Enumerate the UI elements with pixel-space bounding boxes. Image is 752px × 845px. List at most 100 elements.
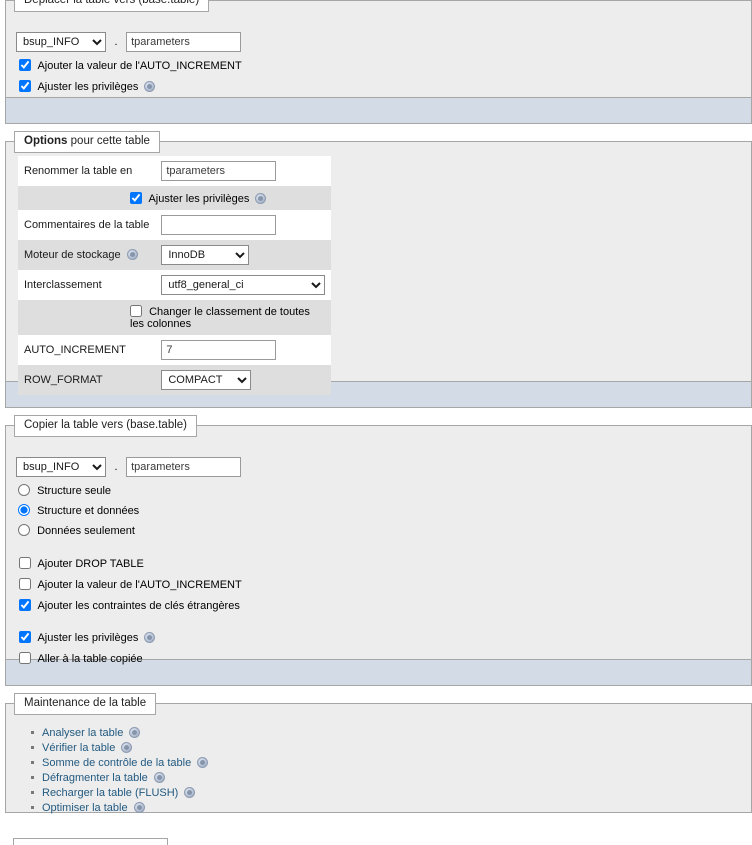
rename-value-cell: [155, 156, 332, 186]
copy-table-fieldset: Copier la table vers (base.table) bsup_I…: [5, 415, 752, 665]
list-item: Recharger la table (FLUSH): [31, 786, 741, 800]
storage-engine-label: Moteur de stockage: [24, 249, 121, 261]
next-section-legend-partial: [13, 838, 168, 845]
auto-increment-input[interactable]: [161, 340, 277, 360]
copy-data-only-radio[interactable]: [18, 524, 30, 536]
copy-structure-and-data-label: Structure et données: [37, 505, 140, 517]
help-icon[interactable]: [133, 802, 145, 813]
maintenance-link-list: Analyser la table Vérifier la table Somm…: [16, 726, 741, 815]
copy-foreign-keys-label: Ajouter les contraintes de clés étrangèr…: [37, 600, 240, 612]
copy-structure-only-radio[interactable]: [18, 484, 30, 496]
copy-mode-structure-only[interactable]: Structure seule: [18, 484, 741, 499]
move-table-target-row: bsup_INFO .: [16, 32, 741, 52]
copy-mode-data-only[interactable]: Données seulement: [18, 524, 741, 539]
copy-auto-increment-checkbox[interactable]: [19, 578, 31, 590]
optimize-table-link[interactable]: Optimiser la table: [42, 802, 128, 814]
adjust-privileges-cell[interactable]: Ajuster les privilèges: [18, 186, 332, 210]
copy-option-auto-increment[interactable]: Ajouter la valeur de l'AUTO_INCREMENT: [19, 578, 741, 592]
collation-select[interactable]: utf8_general_ci: [161, 275, 326, 295]
help-icon[interactable]: [144, 632, 156, 643]
copy-option-drop-table[interactable]: Ajouter DROP TABLE: [19, 557, 741, 571]
copy-mode-structure-and-data[interactable]: Structure et données: [18, 504, 741, 519]
help-icon[interactable]: [126, 249, 138, 260]
comments-value-cell: [155, 210, 332, 240]
move-option-adjust-privileges[interactable]: Ajuster les privilèges: [19, 80, 741, 94]
help-icon[interactable]: [184, 787, 196, 798]
table-row: Interclassement utf8_general_ci: [18, 270, 332, 300]
move-table-footer-bar: [5, 98, 752, 124]
copy-auto-increment-label: Ajouter la valeur de l'AUTO_INCREMENT: [37, 579, 242, 591]
list-item: Analyser la table: [31, 726, 741, 740]
move-adjust-privileges-label: Ajuster les privilèges: [37, 81, 139, 93]
check-table-link[interactable]: Vérifier la table: [42, 742, 115, 754]
storage-engine-select[interactable]: InnoDB: [161, 245, 250, 265]
storage-engine-value-cell: InnoDB: [155, 240, 332, 270]
copy-data-only-label: Données seulement: [37, 525, 135, 537]
move-table-fieldset: Déplacer la table vers (base.table) bsup…: [5, 0, 752, 98]
table-operations-page: Déplacer la table vers (base.table) bsup…: [0, 0, 752, 845]
copy-drop-table-checkbox[interactable]: [19, 557, 31, 569]
help-icon[interactable]: [121, 742, 133, 753]
rename-table-input[interactable]: [161, 161, 277, 181]
copy-adjust-privileges-label: Ajuster les privilèges: [37, 632, 139, 644]
table-row: Commentaires de la table: [18, 210, 332, 240]
auto-increment-value-cell: [155, 335, 332, 365]
move-auto-increment-checkbox[interactable]: [19, 59, 31, 71]
change-all-collations-label: Changer le classement de toutes les colo…: [130, 306, 310, 330]
help-icon[interactable]: [153, 772, 165, 783]
copy-switch-to-copy-checkbox[interactable]: [19, 652, 31, 664]
copy-option-adjust-privileges[interactable]: Ajuster les privilèges: [19, 631, 741, 645]
checksum-table-link[interactable]: Somme de contrôle de la table: [42, 757, 191, 769]
move-adjust-privileges-checkbox[interactable]: [19, 80, 31, 92]
list-item: Défragmenter la table: [31, 771, 741, 785]
comments-label: Commentaires de la table: [18, 210, 156, 240]
move-separator: .: [114, 36, 118, 48]
options-table: Renommer la table en Ajuster les privilè…: [18, 156, 332, 395]
change-all-collations-cell[interactable]: Changer le classement de toutes les colo…: [18, 300, 332, 335]
copy-table-target-row: bsup_INFO .: [16, 457, 741, 477]
copy-option-foreign-keys[interactable]: Ajouter les contraintes de clés étrangèr…: [19, 599, 741, 613]
move-table-legend-text: Déplacer la table vers (base.table): [24, 0, 200, 6]
row-format-value-cell: COMPACT: [155, 365, 332, 395]
maintenance-legend-text: Maintenance de la table: [24, 697, 147, 709]
options-adjust-privileges-checkbox[interactable]: [130, 191, 142, 204]
options-legend-rest: pour cette table: [67, 135, 150, 147]
change-all-collations-checkbox[interactable]: [130, 305, 142, 317]
help-icon[interactable]: [129, 727, 141, 738]
table-row: Ajuster les privilèges: [18, 186, 332, 210]
copy-switch-to-copy-label: Aller à la table copiée: [37, 653, 143, 665]
list-item: Vérifier la table: [31, 741, 741, 755]
help-icon[interactable]: [197, 757, 209, 768]
options-adjust-privileges-label: Ajuster les privilèges: [148, 192, 250, 205]
help-icon[interactable]: [144, 81, 156, 92]
row-format-select[interactable]: COMPACT: [161, 370, 252, 390]
flush-table-link[interactable]: Recharger la table (FLUSH): [42, 787, 178, 799]
copy-foreign-keys-checkbox[interactable]: [19, 599, 31, 611]
copy-database-select[interactable]: bsup_INFO: [16, 457, 106, 477]
copy-structure-and-data-radio[interactable]: [18, 504, 30, 516]
copy-adjust-privileges-checkbox[interactable]: [19, 631, 31, 643]
table-comments-input[interactable]: [161, 215, 277, 235]
analyze-table-link[interactable]: Analyser la table: [42, 727, 123, 739]
table-row: AUTO_INCREMENT: [18, 335, 332, 365]
copy-table-name-input[interactable]: [126, 457, 242, 477]
auto-increment-label: AUTO_INCREMENT: [18, 335, 156, 365]
storage-engine-label-cell: Moteur de stockage: [18, 240, 156, 270]
move-option-auto-increment[interactable]: Ajouter la valeur de l'AUTO_INCREMENT: [19, 59, 741, 73]
help-icon[interactable]: [255, 192, 267, 204]
copy-table-legend-text: Copier la table vers (base.table): [24, 419, 187, 431]
copy-option-switch-to-copy[interactable]: Aller à la table copiée: [19, 652, 741, 666]
copy-group-spacer: [16, 613, 741, 624]
options-legend-bold: Options: [24, 135, 68, 147]
maintenance-fieldset: Maintenance de la table Analyser la tabl…: [5, 693, 752, 815]
table-row: Moteur de stockage InnoDB: [18, 240, 332, 270]
copy-table-legend: Copier la table vers (base.table): [14, 415, 197, 437]
copy-structure-only-label: Structure seule: [37, 485, 112, 497]
move-database-select[interactable]: bsup_INFO: [16, 32, 106, 52]
move-table-name-input[interactable]: [126, 32, 242, 52]
move-table-legend: Déplacer la table vers (base.table): [14, 0, 210, 12]
move-auto-increment-label: Ajouter la valeur de l'AUTO_INCREMENT: [37, 60, 242, 72]
rename-label: Renommer la table en: [18, 156, 156, 186]
copy-drop-table-label: Ajouter DROP TABLE: [37, 558, 144, 570]
defragment-table-link[interactable]: Défragmenter la table: [42, 772, 148, 784]
